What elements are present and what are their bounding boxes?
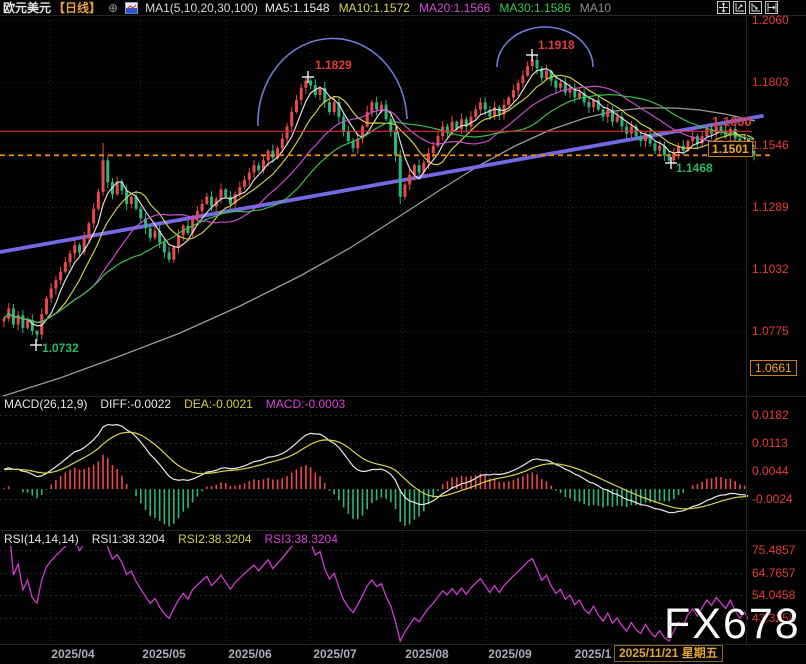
ma-value-label: MA10:1.1572 [339,1,410,15]
macd-axis-label: 0.0044 [752,464,789,478]
price-axis-label: 1.2060 [752,13,789,27]
chart-header: 欧元美元【日线】 ⊕ MA1(5,10,20,30,100) MA5:1.154… [0,0,806,15]
axis-low-tag: 1.0661 [750,360,797,376]
ma-value-label: MA30:1.1586 [499,1,570,15]
scale-right-icon[interactable] [749,1,762,14]
chart-toolbar [717,1,778,14]
macd-name[interactable]: MACD(26,12,9) [4,397,87,411]
month-label: 2025/1 [575,647,612,661]
macd-axis-label: 0.0113 [752,436,788,450]
annotation-low1: 1.0732 [42,341,79,355]
price-axis-label: 1.1803 [752,75,789,89]
add-icon[interactable]: ⊕ [108,1,118,15]
pan-right-icon[interactable] [765,1,778,14]
price-axis-label: 1.1032 [752,262,789,276]
month-label: 2025/08 [405,647,448,661]
annotation-peak2: 1.1918 [538,38,575,52]
price-axis-label: 1.1289 [752,200,789,214]
macd-readout-row: MACD(26,12,9) DIFF:-0.0022 DEA:-0.0021 M… [4,397,345,411]
month-label: 2025/07 [313,647,356,661]
rsi-1: RSI1:38.3204 [92,532,165,546]
rsi-axis-label: 64.7657 [752,566,795,580]
macd-axis-label: 0.0182 [752,408,789,422]
rsi-3: RSI3:38.3204 [265,532,338,546]
chart-type-icon[interactable] [125,2,138,14]
indicator-label[interactable]: MA1(5,10,20,30,100) [145,1,258,15]
ma-value-label: MA10 [580,1,611,15]
period-label[interactable]: 【日线】 [53,0,101,16]
macd-macd: MACD:-0.0003 [266,397,345,411]
ma-values: MA5:1.1548 MA10:1.1572 MA20:1.1566 MA30:1.1… [265,1,611,15]
month-label: 2025/05 [142,647,185,661]
month-label: 2025/06 [228,647,271,661]
month-label: 2025/09 [488,647,531,661]
month-label: 2025/04 [51,647,94,661]
rsi-name[interactable]: RSI(14,14,14) [4,532,79,546]
trading-chart-window: 欧元美元【日线】 ⊕ MA1(5,10,20,30,100) MA5:1.154… [0,0,806,664]
macd-axis-label: -0.0024 [752,492,793,506]
macd-diff: DIFF:-0.0022 [100,397,171,411]
ma-value-label: MA5:1.1548 [265,1,330,15]
current-price-tag: 1.1501 [708,141,753,157]
chart-canvas[interactable] [0,0,806,664]
annotation-peak1: 1.1829 [315,58,352,72]
symbol-title: 欧元美元 [3,0,51,16]
ma-value-label: MA20:1.1566 [419,1,490,15]
scale-left-icon[interactable] [733,1,746,14]
rsi-readout-row: RSI(14,14,14) RSI1:38.3204 RSI2:38.3204 … [4,532,338,546]
macd-dea: DEA:-0.0021 [184,397,253,411]
crosshair-move-icon[interactable] [717,1,730,14]
rsi-axis-label: 75.4857 [752,543,795,557]
price-axis-label: 1.1546 [752,138,789,152]
fx678-watermark: FX678 [664,600,801,649]
annotation-low2: 1.1468 [676,161,713,175]
resistance-level-label: 1.1600 [712,114,752,129]
price-axis-label: 1.0775 [752,324,789,338]
rsi-2: RSI2:38.3204 [178,532,251,546]
